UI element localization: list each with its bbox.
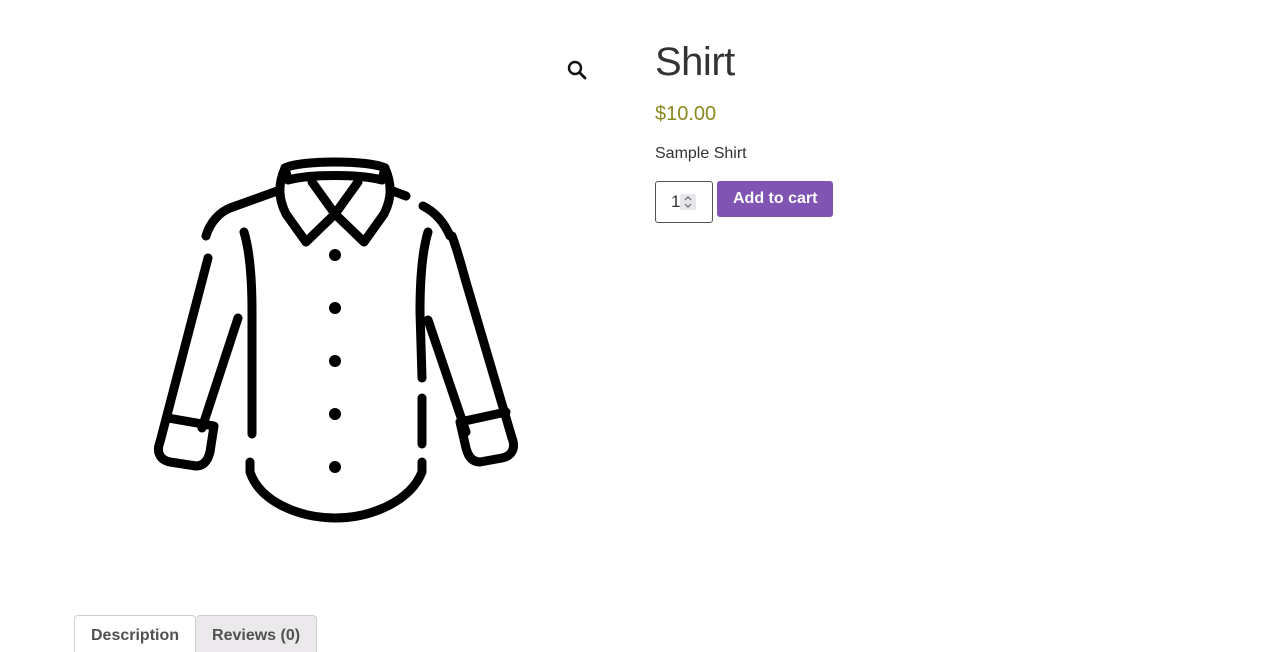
add-to-cart-form: Add to cart: [655, 181, 1215, 223]
product-gallery: [75, 30, 605, 560]
product-summary: Shirt $10.00 Sample Shirt Add to cart: [655, 38, 1215, 223]
product-short-description: Sample Shirt: [655, 145, 747, 162]
product-price: $10.00: [655, 103, 717, 125]
spinner-arrows-icon[interactable]: [680, 194, 696, 210]
quantity-stepper[interactable]: [655, 181, 713, 223]
magnifier-icon[interactable]: [565, 58, 589, 82]
add-to-cart-button[interactable]: Add to cart: [717, 181, 834, 217]
tab-description[interactable]: Description: [74, 615, 197, 652]
product-page: Shirt $10.00 Sample Shirt Add to cart De…: [0, 0, 1264, 652]
product-title: Shirt: [655, 40, 735, 84]
tab-reviews[interactable]: Reviews (0): [196, 615, 318, 652]
product-tabs: Description Reviews (0): [74, 615, 318, 652]
shirt-image[interactable]: [150, 122, 520, 524]
